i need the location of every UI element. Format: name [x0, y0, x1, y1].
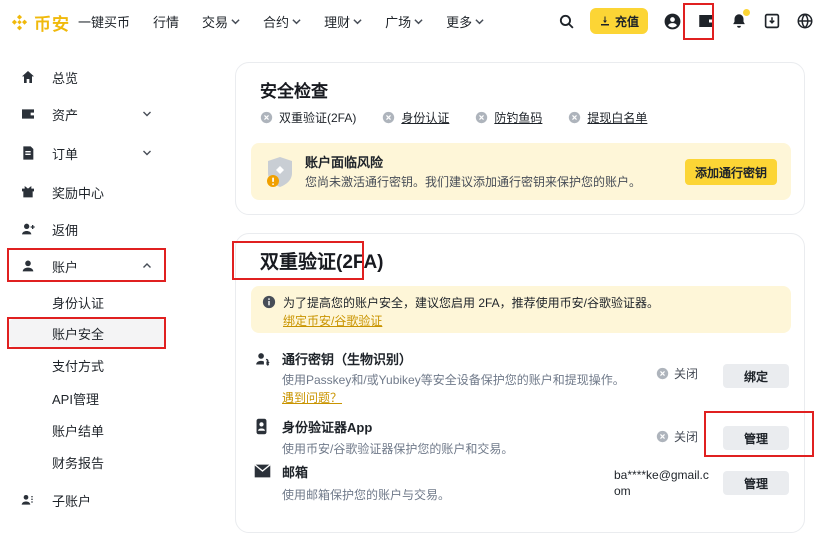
sidebar-item-financial-reports[interactable]: 财务报告 — [8, 448, 166, 476]
nav-item-more[interactable]: 更多 — [446, 12, 484, 31]
passkey-status: 关闭 — [656, 365, 698, 382]
email-manage-button[interactable]: 管理 — [723, 471, 789, 495]
assets-icon — [20, 106, 38, 122]
binance-logo[interactable]: 币安 — [10, 10, 70, 35]
bind-authenticator-link[interactable]: 绑定币安/谷歌验证 — [283, 312, 382, 329]
account-risk-banner: 账户面临风险 您尚未激活通行密钥。我们建议添加通行密钥来保护您的账户。 添加通行… — [251, 143, 791, 200]
passkey-description: 使用Passkey和/或Yubikey等安全设备保护您的账户和提现操作。 — [282, 371, 625, 388]
mail-icon — [254, 464, 271, 478]
tab-2fa[interactable]: 双重验证(2FA) — [260, 109, 356, 126]
authenticator-manage-button[interactable]: 管理 — [723, 426, 789, 450]
profile-icon[interactable] — [663, 12, 682, 31]
notification-badge — [743, 9, 750, 16]
passkey-help-link[interactable]: 遇到问题？ — [282, 389, 342, 406]
nav-item-markets[interactable]: 行情 — [153, 12, 179, 31]
tab-identity-verification[interactable]: 身份认证 — [382, 109, 449, 126]
search-icon[interactable] — [558, 13, 575, 30]
chevron-down-icon — [142, 109, 152, 119]
email-value: ba****ke@gmail.com — [614, 467, 712, 499]
account-icon — [20, 258, 38, 274]
sidebar-item-label: 子账户 — [52, 491, 91, 510]
sidebar-item-overview[interactable]: 总览 — [8, 63, 166, 91]
sidebar-item-label: 订单 — [52, 144, 78, 163]
referral-icon — [20, 221, 38, 237]
tab-withdrawal-whitelist[interactable]: 提现白名单 — [568, 109, 647, 126]
sidebar-item-account-statement[interactable]: 账户结单 — [8, 416, 166, 444]
passkey-title: 通行密钥（生物识别） — [282, 349, 412, 368]
two-factor-card: 双重验证(2FA) 为了提高您的账户安全，建议您启用 2FA，推荐使用币安/谷歌… — [235, 233, 805, 533]
two-factor-notice: 为了提高您的账户安全，建议您启用 2FA，推荐使用币安/谷歌验证器。 绑定币安/… — [251, 286, 791, 333]
x-circle-icon — [475, 111, 488, 124]
passkey-bind-button[interactable]: 绑定 — [723, 364, 789, 388]
x-circle-icon — [568, 111, 581, 124]
x-circle-icon — [382, 111, 395, 124]
chevron-down-icon — [231, 17, 240, 26]
notifications-icon[interactable] — [730, 12, 748, 30]
sidebar-item-referral[interactable]: 返佣 — [8, 215, 166, 243]
authenticator-title: 身份验证器App — [282, 417, 372, 436]
shield-warning-icon — [265, 155, 295, 189]
sidebar-item-assets[interactable]: 资产 — [8, 100, 166, 128]
deposit-download-icon — [599, 15, 611, 27]
x-circle-icon — [656, 367, 669, 380]
x-circle-icon — [656, 430, 669, 443]
chevron-down-icon — [353, 17, 362, 26]
sidebar-item-label: 账户 — [52, 257, 78, 276]
top-navbar: 币安 一键买币 行情 交易 合约 理财 广场 更多 充值 — [0, 0, 816, 42]
nav-item-buy-crypto[interactable]: 一键买币 — [78, 12, 130, 31]
sidebar-item-account-security[interactable]: 账户安全 — [8, 319, 166, 347]
sidebar-item-rewards-hub[interactable]: 奖励中心 — [8, 178, 166, 206]
brand-name: 币安 — [34, 10, 70, 35]
nav-item-trade[interactable]: 交易 — [202, 12, 240, 31]
orders-icon — [20, 145, 38, 161]
notice-text: 为了提高您的账户安全，建议您启用 2FA，推荐使用币安/谷歌验证器。 — [283, 294, 659, 311]
chevron-down-icon — [292, 17, 301, 26]
sidebar-item-api-management[interactable]: API管理 — [8, 384, 166, 412]
authenticator-description: 使用币安/谷歌验证器保护您的账户和交易。 — [282, 440, 513, 457]
email-title: 邮箱 — [282, 462, 308, 481]
chevron-down-icon — [142, 148, 152, 158]
sidebar-item-identity-verification[interactable]: 身份认证 — [8, 288, 166, 316]
risk-description: 您尚未激活通行密钥。我们建议添加通行密钥来保护您的账户。 — [305, 173, 641, 190]
app-download-icon[interactable] — [763, 12, 781, 30]
add-passkey-button[interactable]: 添加通行密钥 — [685, 159, 777, 185]
authenticator-app-icon — [254, 418, 269, 435]
security-check-card: 安全检查 双重验证(2FA) 身份认证 防钓鱼码 提现白名单 — [235, 62, 805, 215]
home-icon — [20, 69, 38, 85]
sub-account-icon — [20, 492, 38, 508]
nav-right-cluster: 充值 — [558, 0, 816, 42]
sidebar-item-label: 资产 — [52, 105, 78, 124]
chevron-down-icon — [414, 17, 423, 26]
security-check-title: 安全检查 — [260, 77, 328, 102]
risk-title: 账户面临风险 — [305, 152, 383, 171]
deposit-button[interactable]: 充值 — [590, 8, 648, 34]
nav-item-futures[interactable]: 合约 — [263, 12, 301, 31]
rewards-icon — [20, 184, 38, 200]
info-circle-icon — [262, 295, 276, 309]
two-factor-title: 双重验证(2FA) — [260, 247, 384, 274]
language-globe-icon[interactable] — [796, 12, 814, 30]
main-nav: 一键买币 行情 交易 合约 理财 广场 更多 — [78, 0, 484, 42]
sidebar-item-account[interactable]: 账户 — [8, 252, 166, 280]
security-check-tabs: 双重验证(2FA) 身份认证 防钓鱼码 提现白名单 — [260, 109, 647, 126]
sidebar-item-label: 总览 — [52, 68, 78, 87]
nav-item-earn[interactable]: 理财 — [324, 12, 362, 31]
chevron-down-icon — [475, 17, 484, 26]
tab-anti-phishing-code[interactable]: 防钓鱼码 — [475, 109, 542, 126]
sidebar-item-label: 奖励中心 — [52, 183, 104, 202]
chevron-up-icon — [142, 261, 152, 271]
nav-item-square[interactable]: 广场 — [385, 12, 423, 31]
wallet-icon[interactable] — [697, 12, 715, 30]
email-description: 使用邮箱保护您的账户与交易。 — [282, 486, 450, 503]
sidebar-item-label: 返佣 — [52, 220, 78, 239]
sidebar-item-orders[interactable]: 订单 — [8, 139, 166, 167]
authenticator-status: 关闭 — [656, 428, 698, 445]
sidebar-item-sub-accounts[interactable]: 子账户 — [8, 486, 166, 514]
passkey-icon — [254, 351, 271, 368]
x-circle-icon — [260, 111, 273, 124]
sidebar-item-payment-methods[interactable]: 支付方式 — [8, 351, 166, 379]
binance-logo-icon — [10, 13, 29, 32]
